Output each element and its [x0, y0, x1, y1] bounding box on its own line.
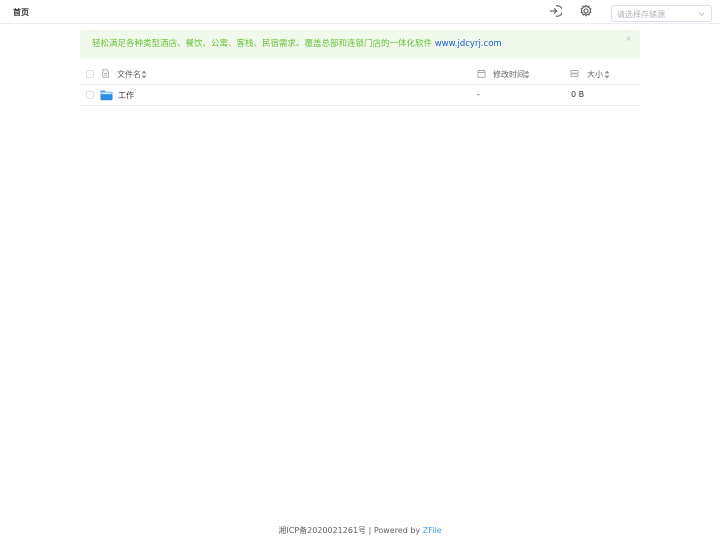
top-bar: 首页 请选择存储源 [0, 0, 720, 24]
sort-name-icon[interactable] [141, 70, 147, 79]
document-icon [101, 69, 110, 78]
promo-alert: 轻松满足各种类型酒店、餐饮、公寓、客栈、民宿需求。覆盖总部和连锁门店的一体化软件… [80, 30, 640, 59]
alert-link[interactable]: www.jdcyrj.com [435, 39, 502, 49]
sort-modified-icon[interactable] [524, 70, 530, 79]
row-checkbox[interactable] [86, 91, 94, 99]
calendar-icon [477, 69, 486, 78]
storage-source-select[interactable]: 请选择存储源 [611, 5, 712, 22]
footer-separator: | [366, 526, 374, 535]
footer: 湘ICP备2020021261号 | Powered by ZFile [0, 525, 720, 536]
table-row[interactable]: 工作 - 0 B [80, 85, 640, 106]
select-all-checkbox[interactable] [86, 70, 94, 78]
sort-size-icon[interactable] [604, 70, 610, 79]
powered-by-text: Powered by [373, 526, 423, 535]
icp-link[interactable]: 湘ICP备2020021261号 [278, 526, 366, 535]
zfile-link[interactable]: ZFile [423, 526, 442, 535]
column-header-size[interactable]: 大小 [587, 69, 603, 80]
file-size: 0 B [571, 90, 585, 99]
file-modified: - [477, 90, 480, 99]
column-header-modified[interactable]: 修改时间 [493, 69, 525, 80]
storage-select-placeholder: 请选择存储源 [617, 10, 665, 19]
storage-icon [570, 69, 579, 78]
chevron-down-icon [698, 12, 705, 16]
logout-icon[interactable] [548, 4, 562, 18]
breadcrumb-home[interactable]: 首页 [13, 7, 29, 18]
alert-text: 轻松满足各种类型酒店、餐饮、公寓、客栈、民宿需求。覆盖总部和连锁门店的一体化软件 [92, 39, 433, 49]
close-icon[interactable]: × [625, 34, 632, 43]
column-header-name[interactable]: 文件名 [117, 69, 141, 80]
table-header-row: 文件名 修改时间 大小 [80, 64, 640, 85]
alert-message: 轻松满足各种类型酒店、餐饮、公寓、客栈、民宿需求。覆盖总部和连锁门店的一体化软件… [92, 37, 502, 49]
file-name[interactable]: 工作 [118, 90, 134, 101]
gear-icon[interactable] [579, 4, 593, 18]
file-table: 文件名 修改时间 大小 工作 - 0 B [80, 64, 640, 106]
folder-icon [100, 90, 113, 101]
